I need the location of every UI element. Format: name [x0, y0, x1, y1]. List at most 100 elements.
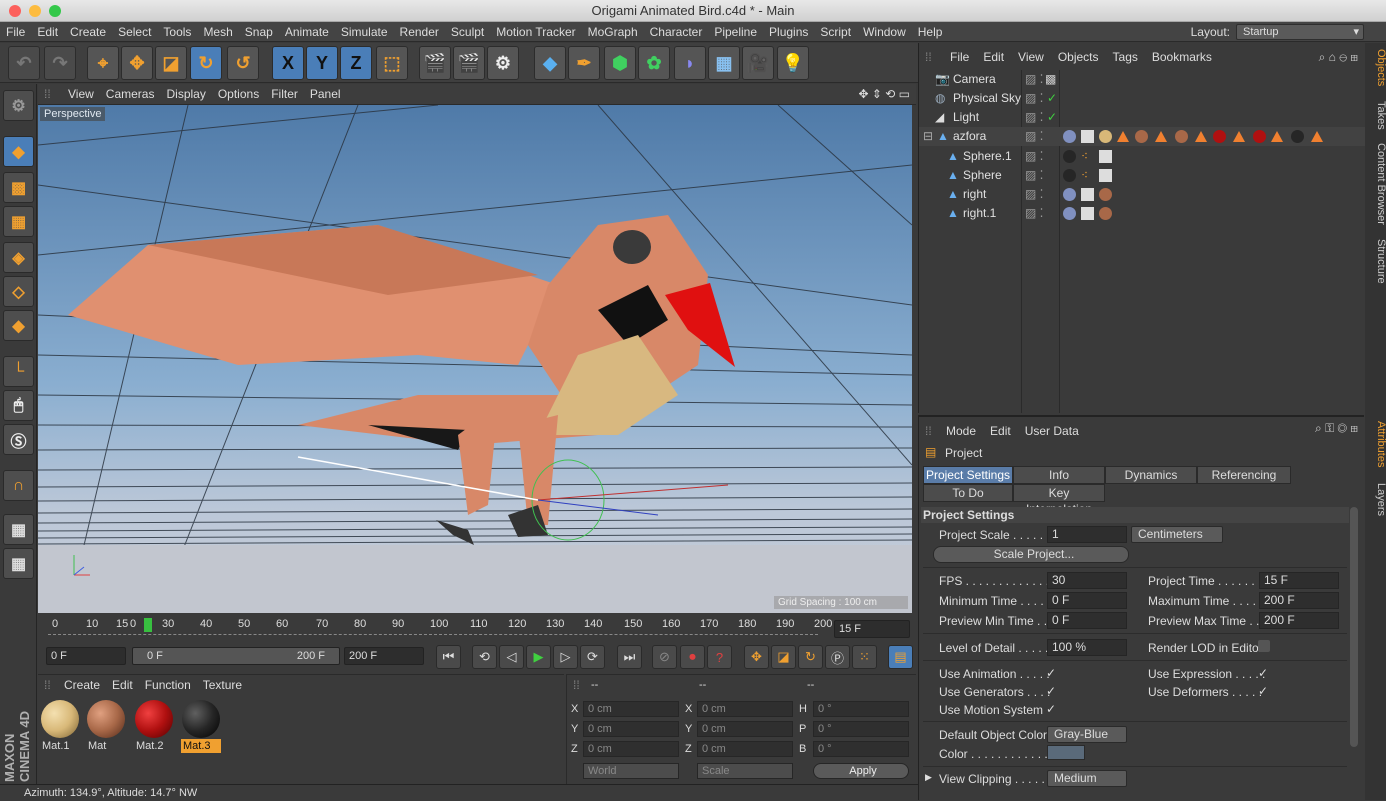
- selection-tag-icon[interactable]: [1117, 131, 1129, 142]
- tweak-mode-button[interactable]: 🖱: [3, 390, 34, 421]
- material-tag-icon[interactable]: [1099, 130, 1112, 143]
- visibility-toggle[interactable]: ▨ ⁚: [1025, 127, 1044, 146]
- use-expression-checkbox[interactable]: ✓: [1258, 667, 1270, 679]
- selection-tag-icon[interactable]: [1233, 131, 1245, 142]
- menu-simulate[interactable]: Simulate: [335, 22, 394, 42]
- cube-button[interactable]: ◆: [534, 46, 566, 80]
- tab-layers[interactable]: Layers: [1367, 483, 1386, 516]
- visibility-toggle[interactable]: ▨ ⁚: [1025, 89, 1044, 108]
- floor-button[interactable]: ▦: [708, 46, 740, 80]
- material-tag-icon[interactable]: [1213, 130, 1226, 143]
- view-clipping-dropdown[interactable]: Medium: [1047, 770, 1127, 787]
- viewport-3d[interactable]: Perspective Grid Spacing : 100 cm: [38, 105, 912, 613]
- visibility-toggle[interactable]: ▨ ⁚: [1025, 147, 1044, 166]
- scale-project-button[interactable]: Scale Project...: [933, 546, 1129, 563]
- camera-button[interactable]: 🎥: [742, 46, 774, 80]
- viewport-menu-display[interactable]: Display: [160, 84, 211, 105]
- render-view-button[interactable]: 🎬: [419, 46, 451, 80]
- texture-mode-button[interactable]: ▩: [3, 172, 34, 203]
- level-of-detail-field[interactable]: 100 %: [1047, 639, 1127, 656]
- menu-snap[interactable]: Snap: [239, 22, 279, 42]
- go-to-start-button[interactable]: ⏮: [436, 645, 461, 669]
- recent-tool-button[interactable]: ↺: [227, 46, 259, 80]
- rotation-h-field[interactable]: 0 °: [813, 701, 909, 717]
- material-menu-edit[interactable]: Edit: [106, 675, 139, 695]
- tab-referencing[interactable]: Referencing: [1197, 466, 1291, 484]
- zoom-window-button[interactable]: [49, 5, 61, 17]
- project-scale-field[interactable]: 1: [1047, 526, 1127, 543]
- tab-project-settings[interactable]: Project Settings: [923, 466, 1013, 484]
- deformer-button[interactable]: ◗: [674, 46, 706, 80]
- subdivision-button[interactable]: ⬢: [604, 46, 636, 80]
- preview-range-slider[interactable]: 0 F 200 F: [132, 647, 340, 665]
- menu-sculpt[interactable]: Sculpt: [445, 22, 490, 42]
- tab-attributes[interactable]: Attributes: [1367, 421, 1386, 467]
- tab-takes[interactable]: Takes: [1367, 101, 1386, 130]
- material-tag-icon[interactable]: [1175, 130, 1188, 143]
- render-picture-viewer-button[interactable]: 🎬: [453, 46, 485, 80]
- menu-pipeline[interactable]: Pipeline: [708, 22, 763, 42]
- material-swatch[interactable]: Mat.1: [40, 699, 80, 755]
- project-scale-unit-dropdown[interactable]: Centimeters: [1131, 526, 1223, 543]
- layout-dropdown[interactable]: Startup ▾: [1236, 24, 1364, 40]
- play-button[interactable]: ▶: [526, 645, 551, 669]
- material-tag-icon[interactable]: [1099, 207, 1112, 220]
- move-tool-button[interactable]: ✥: [121, 46, 153, 80]
- apply-button[interactable]: Apply: [813, 763, 909, 779]
- z-axis-button[interactable]: Z: [340, 46, 372, 80]
- render-settings-button[interactable]: ⚙: [487, 46, 519, 80]
- use-animation-checkbox[interactable]: ✓: [1046, 667, 1058, 679]
- position-y-field[interactable]: 0 cm: [583, 721, 679, 737]
- position-z-field[interactable]: 0 cm: [583, 741, 679, 757]
- workplane-mode-button[interactable]: ▦: [3, 206, 34, 237]
- menu-script[interactable]: Script: [814, 22, 857, 42]
- rotation-b-field[interactable]: 0 °: [813, 741, 909, 757]
- solo-button[interactable]: Ⓢ: [3, 424, 34, 455]
- preview-min-time-field[interactable]: 0 F: [1047, 612, 1127, 629]
- menu-mograph[interactable]: MoGraph: [582, 22, 644, 42]
- end-frame-field[interactable]: 200 F: [344, 647, 424, 665]
- axis-mode-button[interactable]: └: [3, 356, 34, 387]
- vertex-map-icon[interactable]: ⁖: [1081, 147, 1088, 166]
- key-pla-button[interactable]: ⁙: [852, 645, 877, 669]
- coordinate-system-button[interactable]: ⬚: [376, 46, 408, 80]
- uvw-tag-icon[interactable]: [1081, 207, 1094, 220]
- auto-keying-button[interactable]: ⏺: [680, 645, 705, 669]
- tab-to-do[interactable]: To Do: [923, 484, 1013, 502]
- viewport-menu-filter[interactable]: Filter: [265, 84, 304, 105]
- selection-tag-icon[interactable]: [1311, 131, 1323, 142]
- go-to-end-button[interactable]: ⏭: [617, 645, 642, 669]
- menu-plugins[interactable]: Plugins: [763, 22, 814, 42]
- close-window-button[interactable]: [9, 5, 21, 17]
- object-row-azfora[interactable]: ⊟ ▲ azfora ▨ ⁚: [919, 127, 1365, 146]
- material-tag-icon[interactable]: [1099, 188, 1112, 201]
- use-motion-system-checkbox[interactable]: ✓: [1046, 703, 1058, 715]
- checkmark-icon[interactable]: ✓: [1047, 108, 1057, 127]
- viewport-camera-label[interactable]: Perspective: [40, 107, 106, 121]
- tab-structure[interactable]: Structure: [1367, 239, 1386, 284]
- size-x-field[interactable]: 0 cm: [697, 701, 793, 717]
- object-row-camera[interactable]: 📷 Camera ▨ ⁚ ▩: [919, 70, 1365, 89]
- menu-character[interactable]: Character: [644, 22, 709, 42]
- collapse-icon[interactable]: ⊟: [923, 127, 933, 146]
- menu-render[interactable]: Render: [394, 22, 445, 42]
- menu-create[interactable]: Create: [64, 22, 112, 42]
- previous-frame-button[interactable]: ◁: [499, 645, 524, 669]
- edges-mode-button[interactable]: ◇: [3, 276, 34, 307]
- visibility-toggle[interactable]: ▨ ⁚: [1025, 204, 1044, 223]
- object-row-light[interactable]: ◢ Light ▨ ⁚ ✓: [919, 108, 1365, 127]
- y-axis-button[interactable]: Y: [306, 46, 338, 80]
- object-row-sphere-1[interactable]: ▲ Sphere.1 ▨ ⁚ ⁖: [919, 147, 1365, 166]
- checkmark-icon[interactable]: ✓: [1047, 89, 1057, 108]
- coordinate-mode-dropdown[interactable]: World: [583, 763, 679, 779]
- tab-objects[interactable]: Objects: [1367, 49, 1386, 86]
- key-scale-button[interactable]: ◪: [771, 645, 796, 669]
- cloner-button[interactable]: ✿: [638, 46, 670, 80]
- phong-tag-icon[interactable]: [1063, 130, 1076, 143]
- color-swatch[interactable]: [1047, 745, 1085, 760]
- rotate-tool-button[interactable]: ↻: [190, 46, 222, 80]
- workplane-lock-button[interactable]: ▦: [3, 514, 34, 545]
- material-swatch[interactable]: Mat.2: [134, 699, 174, 755]
- timeline-ruler[interactable]: 0 10 15 0 30 40 50 60 70 80 90 100 110 120 130 140 150 16…: [38, 614, 916, 644]
- render-lod-checkbox[interactable]: [1258, 640, 1270, 652]
